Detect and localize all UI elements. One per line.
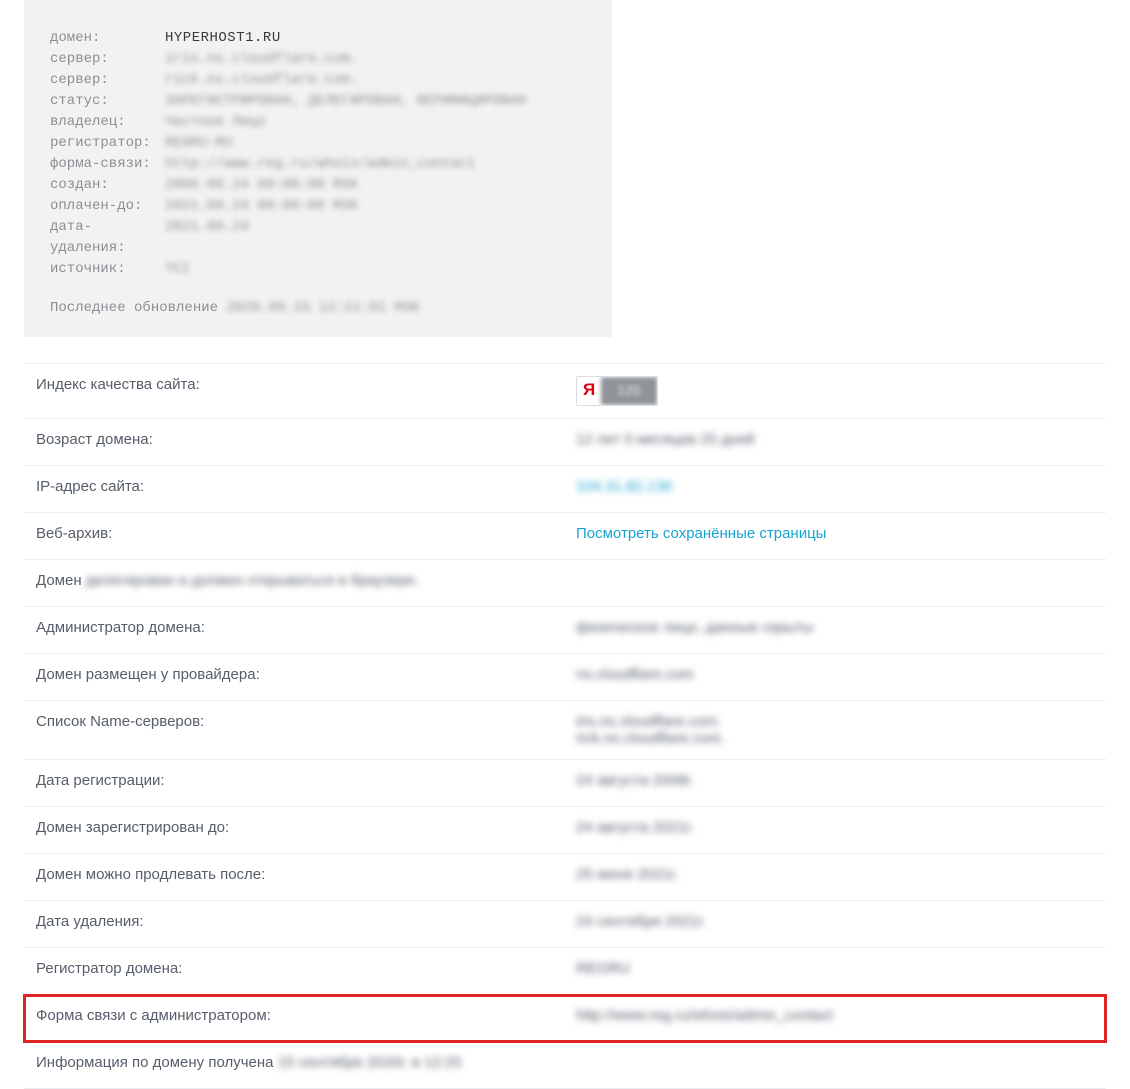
details-row-value: 24 августа 2021г. [576,819,1094,836]
whois-row: домен:HYPERHOST1.RU [50,28,586,49]
details-row-value: 12 лет 0 месяцев 25 дней [576,431,1094,448]
whois-row: сервер:iris.ns.cloudflare.com. [50,49,586,70]
whois-row-value: rick.ns.cloudflare.com. [165,70,586,91]
whois-row-value: HYPERHOST1.RU [165,28,586,49]
details-row-label: Администратор домена: [36,619,576,636]
whois-update-label: Последнее обновление [50,300,218,316]
whois-row-value: ЗАРЕГИСТРИРОВАН, ДЕЛЕГИРОВАН, ВЕРИФИЦИРО… [165,91,586,112]
whois-row: сервер:rick.ns.cloudflare.com. [50,70,586,91]
whois-row-label: регистратор: [50,133,165,154]
whois-row: регистратор:REGRU-RU [50,133,586,154]
details-inline-label: Информация по домену получена [36,1054,274,1071]
details-row-label: Регистратор домена: [36,960,576,977]
details-row-value: REGRU [576,960,1094,977]
details-row-label: IP-адрес сайта: [36,478,576,495]
details-row: Дата регистрации:24 августа 2008г. [24,760,1106,807]
details-row-value[interactable]: Посмотреть сохранённые страницы [576,525,1094,542]
details-row-value: iris.ns.cloudflare.com. rick.ns.cloudfla… [576,713,1094,747]
details-row-label: Домен можно продлевать после: [36,866,576,883]
whois-row-label: сервер: [50,70,165,91]
details-row-value: 25 июня 2021г. [576,866,1094,883]
whois-row-label: форма-связи: [50,154,165,175]
details-row: Форма связи с администратором:http://www… [24,995,1106,1042]
whois-row: владелец:Частное Лицо [50,112,586,133]
whois-row-label: дата-удаления: [50,217,165,259]
yandex-sqi-score: 120 [601,377,656,405]
details-row-label: Домен размещен у провайдера: [36,666,576,683]
details-row: Домен зарегистрирован до:24 августа 2021… [24,807,1106,854]
details-row: Администратор домена:физическое лицо, да… [24,607,1106,654]
details-row-value: ns.cloudflare.com [576,666,1094,683]
details-row-label: Возраст домена: [36,431,576,448]
whois-row-label: статус: [50,91,165,112]
whois-row-value: 2021.09.24 [165,217,586,259]
whois-row: форма-связи:http://www.reg.ru/whois/admi… [50,154,586,175]
whois-row: создан:2008.08.24 00:00:00 MSK [50,175,586,196]
details-row-label: Веб-архив: [36,525,576,542]
details-row: Регистратор домена:REGRU [24,948,1106,995]
details-row: Список Name-серверов:iris.ns.cloudflare.… [24,701,1106,760]
whois-row-value: 2008.08.24 00:00:00 MSK [165,175,586,196]
yandex-sqi-badge: Я120 [576,376,658,406]
whois-last-update: Последнее обновление 2020.09.15 12:21:01… [50,298,586,319]
details-inline-blurred: делегирован и должен открываться в брауз… [86,572,419,589]
details-row-label: Дата удаления: [36,913,576,930]
whois-raw-box: домен:HYPERHOST1.RUсервер:iris.ns.cloudf… [24,0,612,337]
whois-row-value: TCI [165,259,586,280]
details-row-label: Домен зарегистрирован до: [36,819,576,836]
whois-row: источник:TCI [50,259,586,280]
whois-row-label: сервер: [50,49,165,70]
details-row-value: 24 августа 2008г. [576,772,1094,789]
whois-row-label: домен: [50,28,165,49]
details-row: IP-адрес сайта:104.31.82.136 [24,466,1106,513]
whois-row-value: 2021.08.24 00:00:00 MSK [165,196,586,217]
details-row: Домен делегирован и должен открываться в… [24,560,1106,607]
details-row-label: Список Name-серверов: [36,713,576,730]
details-inline-text: Информация по домену получена 15 сентябр… [36,1054,1094,1071]
whois-row-label: оплачен-до: [50,196,165,217]
details-row: Возраст домена:12 лет 0 месяцев 25 дней [24,419,1106,466]
whois-row: дата-удаления:2021.09.24 [50,217,586,259]
details-inline-blurred: 15 сентября 2020г. в 12:25 [278,1054,462,1071]
whois-row-value: iris.ns.cloudflare.com. [165,49,586,70]
details-row-label: Индекс качества сайта: [36,376,576,393]
details-row-value: физическое лицо, данные скрыты [576,619,1094,636]
whois-row: оплачен-до:2021.08.24 00:00:00 MSK [50,196,586,217]
details-row: Домен размещен у провайдера:ns.cloudflar… [24,654,1106,701]
whois-row-value: http://www.reg.ru/whois/admin_contact [165,154,586,175]
yandex-logo-icon: Я [577,377,601,405]
details-row: Информация по домену получена 15 сентябр… [24,1042,1106,1089]
details-row-label: Дата регистрации: [36,772,576,789]
details-row-value[interactable]: 104.31.82.136 [576,478,1094,495]
whois-row-label: создан: [50,175,165,196]
details-inline-text: Домен делегирован и должен открываться в… [36,572,1094,589]
domain-details-table: Индекс качества сайта:Я120Возраст домена… [24,363,1106,1089]
details-row: Дата удаления:24 сентября 2021г. [24,901,1106,948]
whois-update-value: 2020.09.15 12:21:01 MSK [226,300,419,316]
whois-row: статус:ЗАРЕГИСТРИРОВАН, ДЕЛЕГИРОВАН, ВЕР… [50,91,586,112]
details-inline-label: Домен [36,572,82,589]
whois-row-label: источник: [50,259,165,280]
whois-row-value: REGRU-RU [165,133,586,154]
details-row-value: Я120 [576,376,1094,406]
details-row: Веб-архив:Посмотреть сохранённые страниц… [24,513,1106,560]
details-row-value: http://www.reg.ru/whois/admin_contact [576,1007,1094,1024]
details-row: Домен можно продлевать после:25 июня 202… [24,854,1106,901]
details-row-value: 24 сентября 2021г. [576,913,1094,930]
whois-row-label: владелец: [50,112,165,133]
whois-row-value: Частное Лицо [165,112,586,133]
details-row: Индекс качества сайта:Я120 [24,364,1106,419]
details-row-label: Форма связи с администратором: [36,1007,576,1024]
